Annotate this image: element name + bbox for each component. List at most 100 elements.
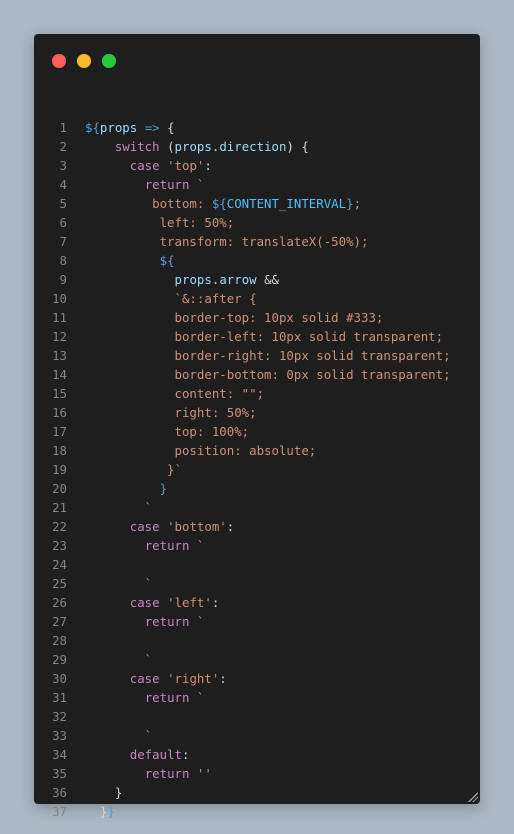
code-line: 19 }` xyxy=(34,460,480,479)
code-token: 'top' xyxy=(167,158,205,173)
code-line: 15 content: ""; xyxy=(34,384,480,403)
code-line: 20 } xyxy=(34,479,480,498)
line-number: 8 xyxy=(59,253,67,268)
code-text: } xyxy=(85,479,167,498)
code-token: } xyxy=(346,196,354,211)
code-token: } xyxy=(159,481,168,496)
code-token: } xyxy=(107,804,115,819)
code-token: direction xyxy=(219,139,287,154)
line-number: 23 xyxy=(52,538,67,553)
code-line: 24 xyxy=(34,555,480,574)
code-token: default xyxy=(129,747,182,762)
code-token: case xyxy=(129,158,160,173)
code-text: border-right: 10px solid transparent; xyxy=(85,346,451,365)
line-number: 31 xyxy=(52,690,67,705)
code-line: 18 position: absolute; xyxy=(34,441,480,460)
code-token: switch xyxy=(114,139,160,154)
code-token: return xyxy=(144,766,190,781)
code-line: 10 `&::after { xyxy=(34,289,480,308)
code-text: ` xyxy=(85,726,152,745)
resize-handle-icon[interactable] xyxy=(468,792,478,802)
maximize-button[interactable] xyxy=(102,54,116,68)
code-token: ${ xyxy=(211,196,227,211)
code-line: 11 border-top: 10px solid #333; xyxy=(34,308,480,327)
code-line: 28 xyxy=(34,631,480,650)
line-number: 13 xyxy=(52,348,67,363)
code-text: return ` xyxy=(85,536,205,555)
line-number: 34 xyxy=(52,747,67,762)
code-text: default: xyxy=(85,745,190,764)
code-line: 31 return ` xyxy=(34,688,480,707)
line-number: 30 xyxy=(52,671,67,686)
line-number: 20 xyxy=(52,481,67,496)
line-number: 32 xyxy=(52,709,67,724)
line-number: 25 xyxy=(52,576,67,591)
code-token: ` xyxy=(189,690,205,705)
code-token: ( xyxy=(159,139,175,154)
line-number: 24 xyxy=(52,557,67,572)
code-text: border-left: 10px solid transparent; xyxy=(85,327,444,346)
code-text: border-top: 10px solid #333; xyxy=(85,308,384,327)
code-token: : xyxy=(204,158,212,173)
code-line: 25 ` xyxy=(34,574,480,593)
code-token: => xyxy=(144,120,160,135)
code-text: ${props => { xyxy=(85,118,175,137)
line-number: 28 xyxy=(52,633,67,648)
code-line: 32 xyxy=(34,707,480,726)
line-number: 14 xyxy=(52,367,67,382)
code-token: position: absolute; xyxy=(85,443,317,458)
code-editor[interactable]: 1 ${props => {2 switch (props.direction) … xyxy=(34,118,480,821)
line-number: 2 xyxy=(59,139,67,154)
line-number: 16 xyxy=(52,405,67,420)
code-text: case 'bottom': xyxy=(85,517,234,536)
line-number: 15 xyxy=(52,386,67,401)
code-token: ; xyxy=(353,196,362,211)
code-line: 13 border-right: 10px solid transparent; xyxy=(34,346,480,365)
code-token: ` xyxy=(189,177,205,192)
code-text: ${ xyxy=(85,251,175,270)
line-number: 11 xyxy=(52,310,67,325)
line-number: 18 xyxy=(52,443,67,458)
code-token: transform: translateX(-50%); xyxy=(85,234,369,249)
code-token: ` xyxy=(85,500,153,515)
code-line: 33 ` xyxy=(34,726,480,745)
code-line: 1 ${props => { xyxy=(34,118,480,137)
code-token: ` xyxy=(189,538,205,553)
line-number: 26 xyxy=(52,595,67,610)
code-token: 'bottom' xyxy=(167,519,227,534)
minimize-button[interactable] xyxy=(77,54,91,68)
code-token: CONTENT_INTERVAL xyxy=(226,196,347,211)
line-number: 10 xyxy=(52,291,67,306)
code-token: : xyxy=(219,671,227,686)
code-text: bottom: ${CONTENT_INTERVAL}; xyxy=(85,194,361,213)
code-line: 37 }} xyxy=(34,802,480,821)
close-button[interactable] xyxy=(52,54,66,68)
window-titlebar xyxy=(34,34,480,84)
code-text: top: 100%; xyxy=(85,422,250,441)
line-number: 12 xyxy=(52,329,67,344)
code-token: ${ xyxy=(85,120,100,135)
code-text: right: 50%; xyxy=(85,403,257,422)
code-line: 21 ` xyxy=(34,498,480,517)
code-text: return '' xyxy=(85,764,212,783)
code-token: '' xyxy=(189,766,212,781)
code-line: 36 } xyxy=(34,783,480,802)
code-line: 4 return ` xyxy=(34,175,480,194)
line-number: 35 xyxy=(52,766,67,781)
code-line: 35 return '' xyxy=(34,764,480,783)
line-number: 9 xyxy=(59,272,67,287)
line-number: 1 xyxy=(59,120,67,135)
line-number: 37 xyxy=(52,804,67,819)
code-line: 14 border-bottom: 0px solid transparent; xyxy=(34,365,480,384)
